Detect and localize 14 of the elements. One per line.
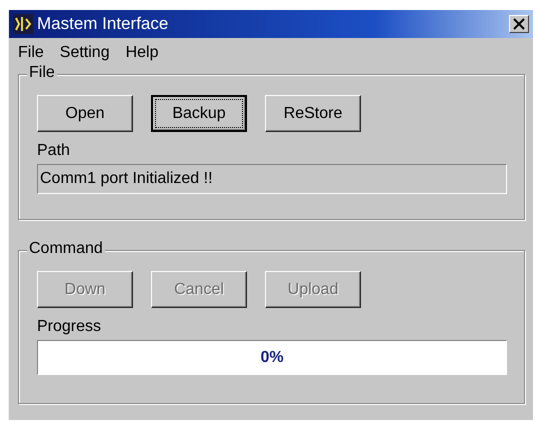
progress-reading: 0% — [260, 348, 284, 366]
close-icon — [513, 18, 525, 30]
window-title: Mastem Interface — [37, 14, 170, 34]
field-label: Path — [37, 142, 70, 160]
close-button[interactable] — [509, 15, 529, 33]
push-button[interactable]: Open — [37, 95, 133, 132]
menu-item[interactable]: Help — [126, 42, 158, 64]
push-button[interactable]: Backup — [151, 95, 247, 132]
menu-item[interactable]: File — [18, 42, 44, 64]
field-label: Progress — [37, 318, 102, 336]
path-field[interactable]: Comm1 port Initialized !! — [37, 164, 507, 194]
app-icon — [13, 14, 33, 34]
push-button[interactable]: ReStore — [265, 95, 361, 132]
menu-item[interactable]: Setting — [60, 42, 110, 64]
